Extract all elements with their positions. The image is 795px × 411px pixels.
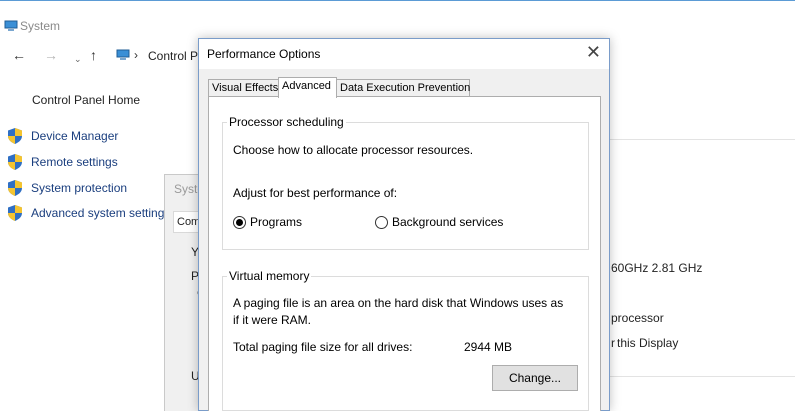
- background-services-radio-label: Background services: [392, 215, 504, 229]
- sidebar-link-device-manager[interactable]: Device Manager: [8, 128, 178, 146]
- performance-options-dialog: Performance Options ✕ Visual Effects Adv…: [198, 38, 610, 411]
- divider: [610, 139, 795, 140]
- address-breadcrumb[interactable]: Control P: [148, 49, 198, 63]
- total-paging-file-label: Total paging file size for all drives:: [233, 340, 413, 354]
- virtual-memory-group: Virtual memory A paging file is an area …: [222, 269, 589, 411]
- system-titlebar: System: [0, 17, 795, 39]
- forward-button[interactable]: →: [44, 47, 58, 63]
- sidebar-link-advanced-system-settings[interactable]: Advanced system setting: [8, 205, 178, 223]
- background-services-radio[interactable]: [375, 216, 388, 229]
- recent-locations-chevron-icon[interactable]: ⌄: [74, 51, 82, 67]
- control-panel-icon: [116, 49, 130, 60]
- programs-radio-label: Programs: [250, 215, 303, 229]
- shield-icon: [8, 154, 22, 170]
- virtual-memory-description-line2: if it were RAM.: [233, 313, 312, 327]
- system-app-icon: [4, 20, 18, 31]
- pen-touch-text-fragment: r: [611, 336, 615, 350]
- background-services-radio-option[interactable]: Background services: [375, 215, 515, 233]
- tab-label-fragment: Com: [177, 216, 201, 228]
- change-button[interactable]: Change...: [492, 365, 578, 391]
- dialog-title: Performance Options: [207, 47, 321, 61]
- programs-radio[interactable]: [233, 216, 246, 229]
- sidebar-link-label: System protection: [31, 181, 128, 195]
- shield-icon: [8, 205, 22, 221]
- virtual-memory-description-line1: A paging file is an area on the hard dis…: [233, 296, 564, 310]
- adjust-performance-label: Adjust for best performance of:: [233, 186, 398, 200]
- address-separator: ›: [134, 48, 138, 62]
- sidebar-link-label: Advanced system setting: [31, 206, 165, 220]
- processor-speed-text: 60GHz 2.81 GHz: [611, 261, 703, 275]
- sidebar-link-label: Device Manager: [31, 129, 119, 143]
- processor-scheduling-group: Processor scheduling Choose how to alloc…: [222, 115, 589, 250]
- advanced-tab-panel: Processor scheduling Choose how to alloc…: [208, 96, 601, 411]
- sidebar-link-remote-settings[interactable]: Remote settings: [8, 154, 178, 172]
- up-button[interactable]: ↑: [90, 47, 97, 63]
- processor-scheduling-label: Processor scheduling: [227, 115, 346, 129]
- system-window-title: System: [20, 19, 61, 33]
- sidebar-link-system-protection[interactable]: System protection: [8, 180, 178, 198]
- divider: [610, 376, 795, 377]
- processor-scheduling-description: Choose how to allocate processor resourc…: [233, 143, 474, 157]
- back-button[interactable]: ←: [12, 47, 26, 63]
- close-icon[interactable]: ✕: [586, 42, 601, 62]
- sidebar-link-label: Remote settings: [31, 155, 118, 169]
- tab-visual-effects[interactable]: Visual Effects: [208, 79, 279, 97]
- dialog-titlebar[interactable]: Performance Options ✕: [199, 39, 609, 69]
- shield-icon: [8, 180, 22, 196]
- shield-icon: [8, 128, 22, 144]
- total-paging-file-value: 2944 MB: [464, 340, 513, 354]
- control-panel-home-link[interactable]: Control Panel Home: [32, 93, 140, 107]
- processor-type-text: processor: [611, 311, 664, 325]
- tab-data-execution-prevention[interactable]: Data Execution Prevention: [336, 79, 470, 97]
- virtual-memory-label: Virtual memory: [227, 269, 312, 283]
- display-text: this Display: [617, 336, 679, 350]
- tab-advanced[interactable]: Advanced: [278, 77, 337, 98]
- programs-radio-option[interactable]: Programs: [233, 215, 323, 233]
